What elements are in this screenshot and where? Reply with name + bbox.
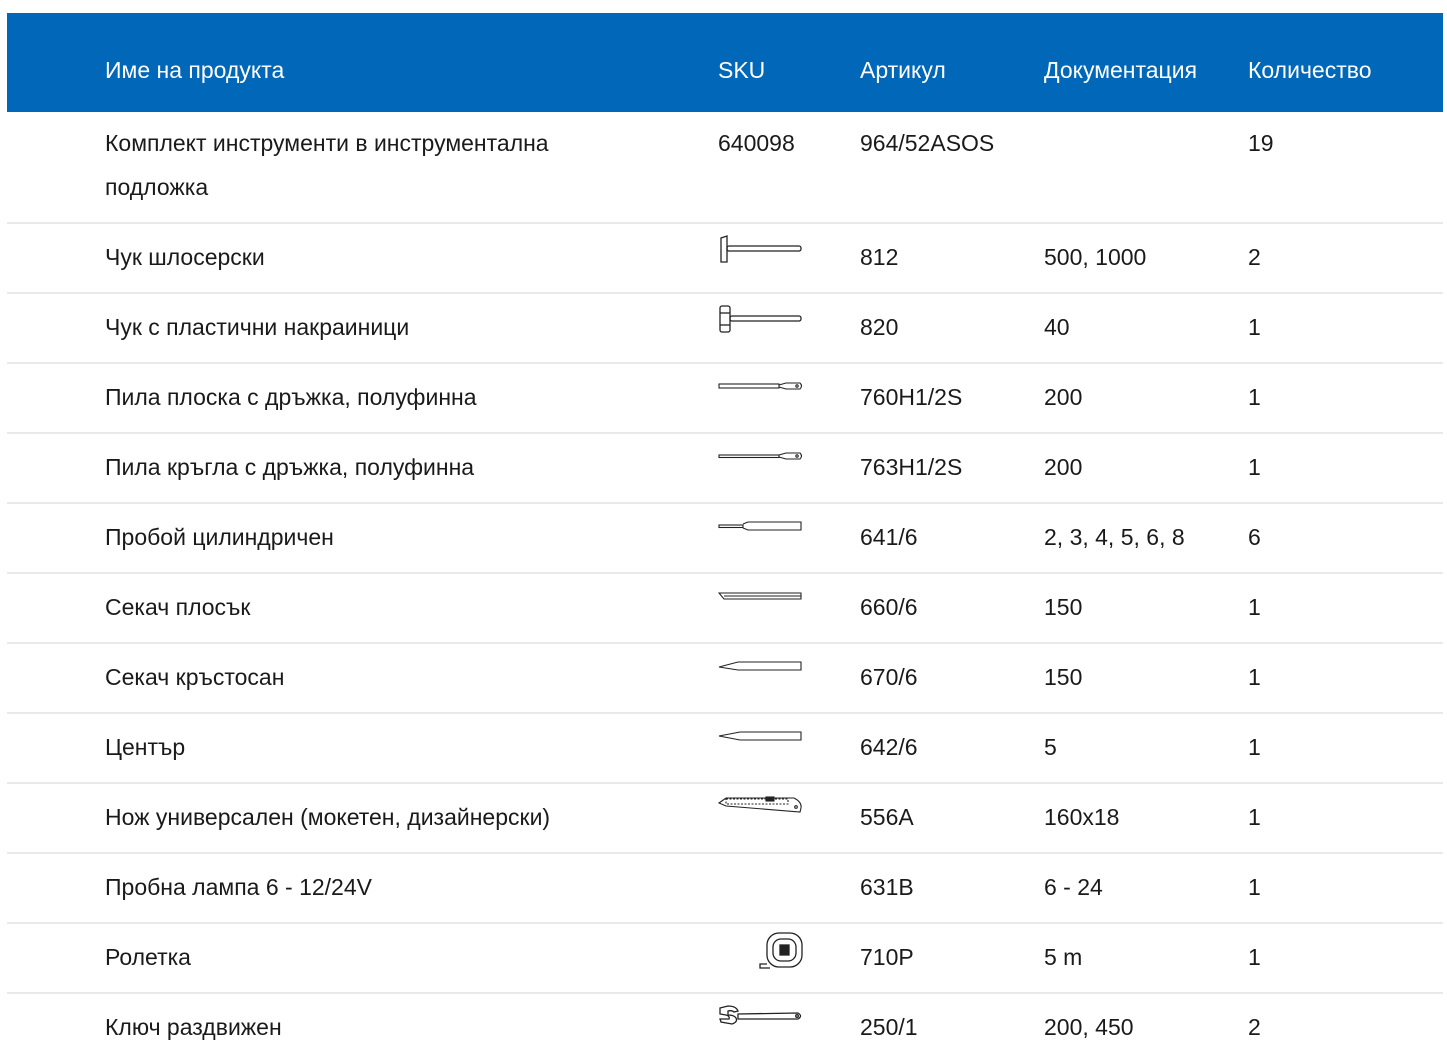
adjustable-wrench-icon [718, 1002, 804, 1038]
utility-knife-icon [718, 792, 804, 828]
product-name: Секач плосък [105, 594, 251, 620]
table-row: Пила плоска с дръжка, полуфинна 760H1/2S… [7, 364, 1443, 434]
flat-chisel-icon [718, 582, 804, 618]
product-documentation: 200, 450 [1044, 1014, 1134, 1040]
product-article: 670/6 [860, 664, 918, 690]
header-article: Артикул [860, 57, 946, 83]
product-quantity: 2 [1248, 244, 1261, 270]
product-quantity: 1 [1248, 734, 1261, 760]
table-row: Чук шлосерски 812 500, 1000 2 [7, 224, 1443, 294]
cross-chisel-icon [718, 652, 804, 688]
product-name: Ролетка [105, 944, 191, 970]
product-documentation: 150 [1044, 594, 1083, 620]
table-row: Ключ раздвижен 250/1 200, 450 2 [7, 994, 1443, 1062]
table-row: Център 642/6 5 1 [7, 714, 1443, 784]
product-documentation: 200 [1044, 384, 1083, 410]
tape-measure-icon [718, 930, 804, 970]
header-quantity: Количество [1248, 57, 1372, 83]
product-documentation: 500, 1000 [1044, 244, 1147, 270]
product-article: 812 [860, 244, 899, 270]
product-name: Център [105, 734, 186, 760]
product-sku: 640098 [718, 130, 795, 156]
round-file-icon [718, 442, 804, 478]
product-article: 556A [860, 804, 914, 830]
table-row: Секач кръстосан 670/6 150 1 [7, 644, 1443, 714]
product-article: 763H1/2S [860, 454, 963, 480]
product-name: Пила кръгла с дръжка, полуфинна [105, 454, 475, 480]
table-row: Пила кръгла с дръжка, полуфинна 763H1/2S… [7, 434, 1443, 504]
header-documentation: Документация [1044, 57, 1198, 83]
product-documentation: 5 [1044, 734, 1057, 760]
table-row: Чук с пластични накраиници 820 40 1 [7, 294, 1443, 364]
product-quantity: 1 [1248, 664, 1261, 690]
product-quantity: 6 [1248, 524, 1261, 550]
product-article: 641/6 [860, 524, 918, 550]
soft-face-hammer-icon [718, 302, 804, 338]
product-article: 250/1 [860, 1014, 918, 1040]
product-name: Пила плоска с дръжка, полуфинна [105, 384, 477, 410]
table-row: Ролетка 710P 5 m 1 [7, 924, 1443, 994]
product-documentation: 150 [1044, 664, 1083, 690]
product-documentation: 5 m [1044, 944, 1083, 970]
product-documentation: 40 [1044, 314, 1070, 340]
product-article: 964/52ASOS [860, 130, 995, 156]
product-article: 642/6 [860, 734, 918, 760]
product-name: Пробой цилиндричен [105, 524, 334, 550]
product-quantity: 1 [1248, 944, 1261, 970]
product-article: 631B [860, 874, 914, 900]
table-row: Пробна лампа 6 - 12/24V 631B 6 - 24 1 [7, 854, 1443, 924]
product-quantity: 1 [1248, 454, 1261, 480]
product-quantity: 1 [1248, 874, 1261, 900]
table-header: Име на продукта SKU Артикул Документация… [7, 13, 1443, 112]
table-row: Комплект инструменти в инструментална по… [7, 112, 1443, 224]
product-name: Секач кръстосан [105, 664, 285, 690]
product-documentation: 200 [1044, 454, 1083, 480]
center-punch-icon [718, 722, 804, 758]
product-article: 760H1/2S [860, 384, 963, 410]
product-documentation: 2, 3, 4, 5, 6, 8 [1044, 524, 1185, 550]
product-name: Пробна лампа 6 - 12/24V [105, 874, 372, 900]
product-article: 660/6 [860, 594, 918, 620]
product-name: Нож универсален (мокетен, дизайнерски) [105, 804, 551, 830]
product-name: Ключ раздвижен [105, 1014, 282, 1040]
product-quantity: 1 [1248, 594, 1261, 620]
product-article: 710P [860, 944, 914, 970]
product-documentation: 6 - 24 [1044, 874, 1103, 900]
product-quantity: 1 [1248, 314, 1261, 340]
product-table: Име на продукта SKU Артикул Документация… [7, 13, 1443, 1062]
product-name: Комплект инструменти в инструментална по… [105, 130, 549, 200]
product-name: Чук шлосерски [105, 244, 265, 270]
product-article: 820 [860, 314, 899, 340]
pin-punch-icon [718, 512, 804, 548]
product-quantity: 1 [1248, 804, 1261, 830]
product-quantity: 2 [1248, 1014, 1261, 1040]
product-name: Чук с пластични накраиници [105, 314, 410, 340]
table-row: Секач плосък 660/6 150 1 [7, 574, 1443, 644]
product-quantity: 1 [1248, 384, 1261, 410]
flat-file-icon [718, 372, 804, 408]
product-quantity: 19 [1248, 130, 1274, 156]
table-row: Пробой цилиндричен 641/6 2, 3, 4, 5, 6, … [7, 504, 1443, 574]
product-documentation: 160x18 [1044, 804, 1120, 830]
header-sku: SKU [718, 57, 766, 83]
table-row: Нож универсален (мокетен, дизайнерски) 5… [7, 784, 1443, 854]
machinist-hammer-icon [718, 232, 804, 268]
header-product-name: Име на продукта [105, 57, 285, 83]
